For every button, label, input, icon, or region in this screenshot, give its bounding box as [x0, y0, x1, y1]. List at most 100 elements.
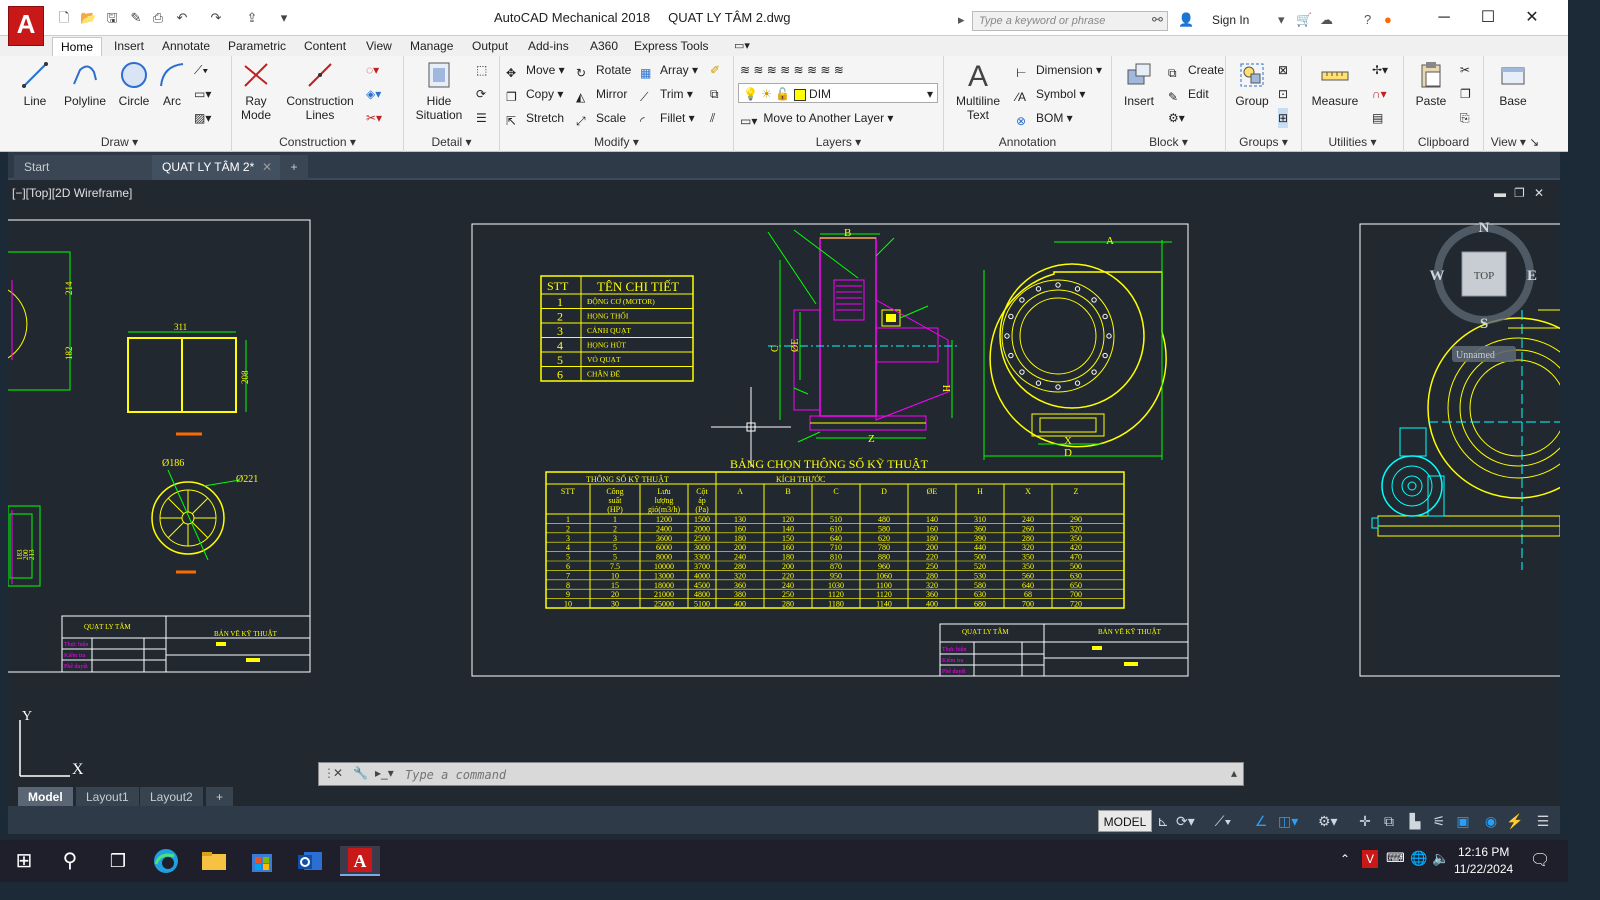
array-button[interactable]: ▦ Array ▾ [640, 60, 698, 80]
wcs-menu[interactable]: Unnamed [1456, 350, 1495, 361]
layers-panel-label[interactable]: Layers ▾ [734, 134, 943, 150]
rectangle-icon[interactable]: ▭▾ [194, 84, 211, 104]
taskbar-time[interactable]: 12:16 PM [1458, 845, 1509, 859]
tab-model[interactable]: Model [18, 787, 73, 807]
symbol-button[interactable]: ∕A Symbol ▾ [1016, 84, 1085, 104]
notification-center-icon[interactable]: 🗨 [1530, 850, 1550, 870]
compass-west[interactable]: W [1430, 268, 1445, 284]
circle-button[interactable]: Circle [112, 60, 156, 108]
detail-view-icon[interactable]: ⬚ [476, 60, 487, 80]
undo-icon[interactable]: ↶ [174, 10, 190, 26]
layer-dropdown[interactable]: 💡 ☀ 🔓 DIM ▾ [738, 83, 938, 103]
fillet-button[interactable]: ◜ Fillet ▾ [640, 108, 695, 128]
network-icon[interactable]: 🌐 [1410, 850, 1427, 867]
hardware-acceleration-icon[interactable]: ⚡ [1506, 812, 1524, 830]
tab-manage[interactable]: Manage [402, 37, 461, 56]
construction-circle-icon[interactable]: ◌▾ [366, 60, 379, 80]
tab-home[interactable]: Home [52, 37, 103, 56]
new-tab-button[interactable]: + [280, 155, 308, 180]
group-selection-icon[interactable]: ⊞ [1278, 108, 1289, 128]
compass-south[interactable]: S [1480, 316, 1488, 332]
sign-in-button[interactable]: Sign In [1212, 13, 1249, 27]
annotation-panel-label[interactable]: Annotation [944, 134, 1111, 150]
scale-button[interactable]: ⤢ Scale [576, 108, 626, 128]
compass-north[interactable]: N [1479, 220, 1490, 236]
detail-refresh-icon[interactable]: ⟳ [476, 84, 486, 104]
rotate-button[interactable]: ↻ Rotate [576, 60, 631, 80]
tab-express-tools[interactable]: Express Tools [626, 37, 716, 56]
construction-mode-icon[interactable]: ◈▾ [366, 84, 381, 104]
annotation-visibility-icon[interactable]: ⚟ [1430, 812, 1448, 830]
tab-insert[interactable]: Insert [106, 37, 152, 56]
insert-block-button[interactable]: Insert [1116, 60, 1162, 108]
command-input[interactable] [405, 766, 1205, 784]
chevron-down-icon[interactable]: ▾ [1278, 12, 1285, 28]
outlook-icon[interactable] [294, 846, 326, 876]
calculator-icon[interactable]: ▤ [1372, 108, 1383, 128]
command-prompt-icon[interactable]: ▸_▾ [375, 766, 394, 780]
volume-icon[interactable]: 🔈 [1432, 850, 1449, 867]
offset-icon[interactable]: ⫽ [710, 108, 715, 128]
multiline-text-button[interactable]: A Multiline Text [950, 60, 1006, 122]
stretch-button[interactable]: ⇱ Stretch [506, 108, 564, 128]
search-expand-icon[interactable]: ▸ [958, 12, 965, 28]
ortho-icon[interactable]: ⟋▾ [1214, 812, 1232, 830]
units-icon[interactable]: ▣ [1454, 812, 1472, 830]
group-button[interactable]: Group [1230, 60, 1274, 108]
command-history-icon[interactable]: ▴ [1231, 766, 1237, 780]
a360-icon[interactable]: ☁ [1320, 12, 1333, 28]
search-icon[interactable]: ⚲ [54, 846, 86, 876]
share-icon[interactable]: ⇪ [244, 10, 260, 26]
construction-lines-button[interactable]: Construction Lines [280, 60, 360, 122]
crosshair-icon[interactable]: ✛ [1356, 812, 1374, 830]
edge-browser-icon[interactable] [150, 846, 182, 876]
grid-icon[interactable]: ⊾ [1154, 812, 1172, 830]
new-file-icon[interactable]: 🗋 [56, 10, 72, 26]
detail-list-icon[interactable]: ☰ [476, 108, 487, 128]
customization-menu-icon[interactable]: ☰ [1534, 812, 1552, 830]
new-layout-button[interactable]: + [206, 787, 234, 807]
tab-layout1[interactable]: Layout1 [76, 787, 139, 807]
spline-icon[interactable]: ⟋▾ [194, 60, 208, 80]
dimension-button[interactable]: ⊢ Dimension ▾ [1016, 60, 1102, 80]
close-tab-icon[interactable]: ✕ [262, 160, 272, 174]
trim-button[interactable]: ⟋ Trim ▾ [640, 84, 693, 104]
viewcube-top-face[interactable]: TOP [1474, 270, 1495, 282]
move-button[interactable]: ✥ Move ▾ [506, 60, 565, 80]
help-search-input[interactable]: Type a keyword or phrase [972, 11, 1168, 31]
groups-panel-label[interactable]: Groups ▾ [1226, 134, 1301, 150]
keyboard-tray-icon[interactable]: ⌨ [1386, 850, 1405, 866]
file-explorer-icon[interactable] [198, 846, 230, 876]
layer-properties-icon[interactable]: ≋ ≋ ≋ ≋ ≋ ≋ ≋ ≋ [740, 60, 844, 80]
erase-icon[interactable]: ✐ [710, 60, 720, 80]
tab-content[interactable]: Content [296, 37, 354, 56]
tab-start[interactable]: Start [14, 155, 154, 180]
drawing-viewport[interactable]: [−][Top][2D Wireframe] ▬ ❐ ✕ 214 182 311… [8, 180, 1560, 835]
antivirus-tray-icon[interactable]: V [1362, 850, 1378, 868]
copy-button[interactable]: ❐ Copy ▾ [506, 84, 563, 104]
compass-east[interactable]: E [1527, 268, 1537, 284]
minimize-button[interactable]: ─ [1424, 6, 1464, 30]
ray-mode-button[interactable]: Ray Mode [234, 60, 278, 122]
redo-icon[interactable]: ↷ [208, 10, 224, 26]
wrench-icon[interactable]: 🔧 [353, 766, 368, 780]
close-icon[interactable]: ✕ [333, 766, 343, 780]
cart-icon[interactable]: 🛒 [1296, 12, 1312, 28]
arc-button[interactable]: Arc [154, 60, 190, 108]
isolate-icon[interactable]: ◉ [1482, 812, 1500, 830]
tab-annotate[interactable]: Annotate [154, 37, 218, 56]
polar-tracking-icon[interactable]: ∠ [1252, 812, 1270, 830]
bom-button[interactable]: ⊗ BOM ▾ [1016, 108, 1073, 128]
user-icon[interactable]: 👤 [1178, 12, 1194, 28]
settings-gear-icon[interactable]: ⚙▾ [1318, 812, 1338, 830]
windows-start-icon[interactable]: ⊞ [8, 846, 40, 876]
group-edit-icon[interactable]: ⊡ [1278, 84, 1288, 104]
base-view-button[interactable]: Base [1490, 60, 1536, 108]
ribbon-minimize-icon[interactable]: ▭▾ [726, 37, 758, 56]
modify-panel-label[interactable]: Modify ▾ [500, 134, 733, 150]
construction-panel-label[interactable]: Construction ▾ [232, 134, 403, 150]
print-icon[interactable]: ⎙ [150, 10, 166, 26]
help-icon[interactable]: ? [1364, 12, 1371, 27]
utilities-panel-label[interactable]: Utilities ▾ [1302, 134, 1403, 150]
edit-block-button[interactable]: ✎ Edit [1168, 84, 1209, 104]
